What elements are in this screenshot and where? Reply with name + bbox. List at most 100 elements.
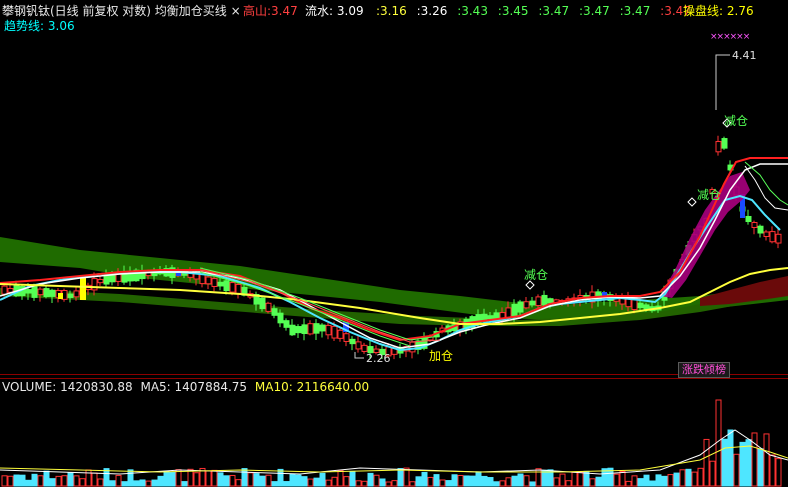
volume-ma5-line bbox=[0, 429, 788, 475]
liushui-value: 3.09 bbox=[336, 4, 364, 18]
candle-body bbox=[205, 276, 212, 285]
volume-bar bbox=[625, 480, 632, 487]
volume-bar bbox=[247, 472, 254, 487]
volume-bar bbox=[595, 476, 602, 487]
volume-bar bbox=[415, 476, 422, 487]
candle-body bbox=[49, 289, 56, 297]
volume-bar bbox=[535, 468, 542, 487]
volume-bar bbox=[43, 470, 50, 487]
candle-body bbox=[751, 222, 758, 228]
volume-bar bbox=[1, 475, 8, 487]
series-value-4: :3.45 bbox=[497, 4, 529, 18]
price-chart[interactable] bbox=[0, 0, 788, 487]
volume-bar bbox=[403, 467, 410, 487]
low-price-leader bbox=[354, 352, 364, 359]
candle-body bbox=[313, 323, 320, 334]
volume-bar bbox=[769, 454, 776, 487]
candle-body bbox=[343, 333, 350, 342]
candle-body bbox=[223, 280, 230, 292]
volume-bar bbox=[301, 476, 308, 487]
candle-body bbox=[67, 293, 74, 298]
series-value-6: :3.47 bbox=[578, 4, 610, 18]
volume-bar bbox=[691, 471, 698, 487]
volume-bar bbox=[169, 471, 176, 487]
candle-body bbox=[523, 301, 530, 309]
candle-body bbox=[775, 233, 782, 244]
volume-bar bbox=[97, 478, 104, 487]
volume-bar bbox=[637, 478, 644, 487]
volume-bar bbox=[439, 479, 446, 487]
signal-block bbox=[80, 278, 86, 300]
volume-bar bbox=[373, 474, 380, 487]
volume-bar bbox=[727, 429, 734, 487]
volume-bar bbox=[181, 481, 188, 487]
volume-bar bbox=[565, 480, 572, 487]
caopan-label: 操盘线: bbox=[683, 4, 724, 18]
candle-body bbox=[109, 275, 116, 283]
volume-bar bbox=[127, 469, 134, 487]
candle-body bbox=[25, 289, 32, 294]
candle-body bbox=[355, 341, 362, 350]
candle-body bbox=[289, 324, 296, 336]
volume-bar bbox=[421, 471, 428, 487]
signal-block bbox=[58, 293, 63, 299]
candle-body bbox=[271, 308, 278, 316]
candle-body bbox=[715, 141, 722, 153]
candle-body bbox=[643, 304, 650, 310]
candle-body bbox=[325, 324, 332, 336]
volume-bar bbox=[253, 473, 260, 487]
volume-bar bbox=[259, 475, 266, 487]
volume-bar bbox=[79, 478, 86, 487]
volume-bar bbox=[331, 476, 338, 487]
volume-bar bbox=[313, 477, 320, 487]
candle-body bbox=[331, 325, 338, 339]
volume-bar bbox=[481, 475, 488, 487]
volume-bar bbox=[217, 472, 224, 487]
qushi-indicator: 趋势线: 3.06 bbox=[4, 19, 75, 33]
high-price-leader bbox=[715, 54, 730, 110]
volume-bar bbox=[145, 480, 152, 487]
volume-bar bbox=[7, 475, 14, 487]
volume-bar bbox=[649, 480, 656, 487]
candle-body bbox=[763, 231, 770, 237]
volume-bar bbox=[151, 479, 158, 487]
candle-body bbox=[217, 281, 224, 287]
volume-ma10: MA10: 2116640.00 bbox=[254, 380, 370, 394]
volume-bar bbox=[655, 474, 662, 487]
candle-body bbox=[535, 296, 542, 307]
volume-label: VOLUME: 1420830.88 bbox=[2, 380, 133, 394]
header-row-top: 攀钢钒钛(日线 前复权 对数) 均衡加仓买线 × bbox=[2, 4, 241, 18]
low-price-label: 2.26 bbox=[366, 352, 391, 365]
zhangdie-ranking-button[interactable]: 涨跌倾榜 bbox=[678, 362, 730, 378]
reduce-marker-1 bbox=[525, 280, 535, 290]
candle-body bbox=[637, 302, 644, 309]
gaoshan-indicator: 高山:3.47 bbox=[243, 4, 298, 18]
volume-bar bbox=[433, 474, 440, 487]
volume-bar bbox=[31, 473, 38, 487]
volume-bar bbox=[685, 468, 692, 487]
volume-bar bbox=[499, 480, 506, 487]
candle-body bbox=[745, 215, 752, 223]
candle-body bbox=[259, 297, 266, 310]
volume-bar bbox=[175, 469, 182, 487]
volume-bar bbox=[553, 477, 560, 487]
candle-body bbox=[547, 298, 554, 304]
candle-body bbox=[295, 326, 302, 334]
volume-bar bbox=[451, 474, 458, 487]
volume-bar bbox=[67, 472, 74, 487]
reduce-position-label-3: 减仓 bbox=[724, 114, 749, 128]
volume-bar bbox=[763, 433, 770, 487]
candle-body bbox=[229, 282, 236, 293]
candle-body bbox=[337, 329, 344, 339]
series-value-7: :3.47 bbox=[619, 4, 651, 18]
volume-bar bbox=[397, 468, 404, 487]
caopan-indicator: 操盘线: 2.76 bbox=[683, 4, 754, 18]
volume-bar bbox=[319, 472, 326, 487]
candle-body bbox=[349, 338, 356, 345]
volume-bar bbox=[721, 438, 728, 487]
candle-body bbox=[721, 138, 728, 149]
volume-bar bbox=[55, 475, 62, 487]
volume-bar bbox=[109, 480, 116, 487]
volume-bar bbox=[85, 469, 92, 487]
close-icon[interactable]: × bbox=[231, 4, 241, 18]
